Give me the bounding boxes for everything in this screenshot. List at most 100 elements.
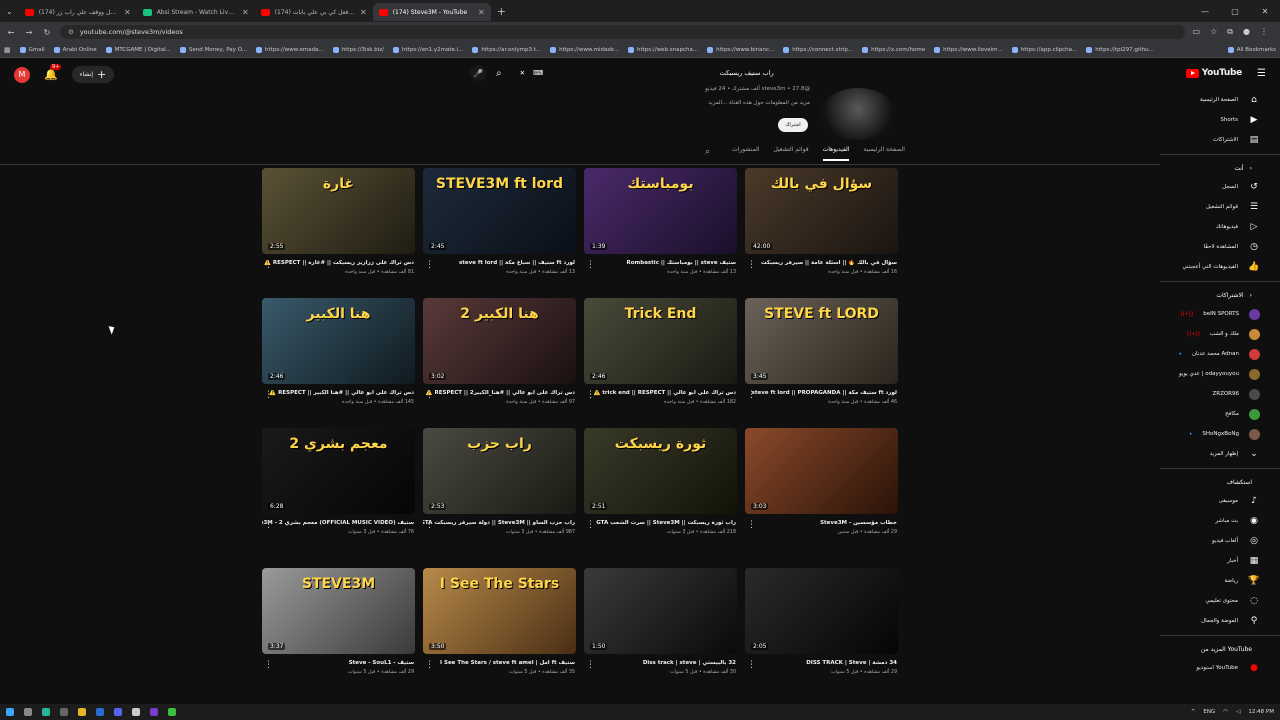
- bookmark-item[interactable]: https://tpi297.githu...: [1086, 46, 1154, 53]
- video-title[interactable]: راب ثورة ريسبكت || Steve3M || سرت الشعب …: [584, 520, 738, 526]
- guide-menu-icon[interactable]: ☰: [1257, 68, 1266, 79]
- video-thumbnail[interactable]: 1:50: [584, 568, 737, 654]
- video-thumbnail[interactable]: راب حزب 2:53: [423, 428, 576, 514]
- back-button[interactable]: ←: [6, 28, 16, 37]
- sidebar-subscription-item[interactable]: ((•)) ملك و الشب: [1160, 324, 1280, 344]
- cast-icon[interactable]: ▭: [1193, 27, 1201, 37]
- channel-tab[interactable]: قوائم التشغيل: [773, 146, 808, 161]
- url-bar[interactable]: ⚙ youtube.com/@steve3m/videos: [60, 25, 1185, 39]
- tab-close-icon[interactable]: ✕: [360, 8, 367, 17]
- bookmark-item[interactable]: https://www.iloveim...: [934, 46, 1003, 53]
- bookmark-item[interactable]: https://3isk.biz/: [332, 46, 384, 53]
- video-card[interactable]: هنا الكبير 2 3:02 دس تراك على ابو عالي || …: [423, 298, 577, 405]
- store-icon[interactable]: [60, 708, 68, 716]
- apps-icon[interactable]: ▦: [4, 46, 11, 54]
- account-avatar[interactable]: M: [14, 66, 30, 83]
- video-card[interactable]: هنا الكبير 2:46 دس تراك على ابو عالي || #ه…: [262, 298, 416, 405]
- bookmark-item[interactable]: https://x.com/home: [862, 46, 925, 53]
- tray-up-icon[interactable]: ^: [1191, 709, 1196, 715]
- sidebar-item-you[interactable]: قوائم التشغيل ☰: [1160, 197, 1280, 217]
- video-thumbnail[interactable]: STEVE3M ft lord 2:45: [423, 168, 576, 254]
- sidebar-item-you[interactable]: السجل ↺: [1160, 177, 1280, 197]
- clear-search-icon[interactable]: ✕: [520, 69, 525, 77]
- sidebar-you-heading[interactable]: أنت ›: [1160, 159, 1280, 177]
- sidebar-item-main[interactable]: الاشتراكات ▤: [1160, 130, 1280, 150]
- video-card[interactable]: Trick End 2:46 دس تراك على ابو عالي || tri…: [584, 298, 738, 405]
- close-window-button[interactable]: ✕: [1250, 7, 1280, 16]
- more-actions-icon[interactable]: ⋮: [586, 660, 595, 670]
- start-icon[interactable]: [6, 708, 14, 716]
- sidebar-subscription-item[interactable]: إظهار المزيد ⌄: [1160, 444, 1280, 464]
- app2-icon[interactable]: [150, 708, 158, 716]
- video-thumbnail[interactable]: غارة 2:55: [262, 168, 415, 254]
- video-thumbnail[interactable]: معجم بشري 2 6:28: [262, 428, 415, 514]
- browser-tab[interactable]: Absi Stream - Watch Live on Ki ✕: [137, 3, 255, 21]
- video-title[interactable]: دس تراك على ابو عالي || #هنا الكبير || R…: [262, 390, 416, 396]
- sidebar-item-explore[interactable]: محتوى تعليمي ◌: [1160, 591, 1280, 611]
- reload-button[interactable]: ↻: [42, 28, 52, 37]
- sidebar-item-main[interactable]: الصفحة الرئيسية ⌂: [1160, 90, 1280, 110]
- extensions-icon[interactable]: ⧉: [1227, 27, 1233, 37]
- sidebar-item-more[interactable]: YouTube استوديو ●: [1160, 658, 1280, 678]
- site-info-icon[interactable]: ⚙: [68, 28, 74, 36]
- browser-tab[interactable]: ردة فعل كي بي علي بابات (174) ✕: [255, 3, 373, 21]
- bookmark-star-icon[interactable]: ☆: [1210, 27, 1217, 37]
- more-actions-icon[interactable]: ⋮: [425, 260, 434, 270]
- video-card[interactable]: بومباستك 1:39 ستيف steve || بومباستك || Ro…: [584, 168, 738, 275]
- more-actions-icon[interactable]: ⋮: [747, 520, 756, 530]
- channel-tab[interactable]: الفيديوهات: [822, 146, 850, 161]
- menu-icon[interactable]: ⋮: [1260, 27, 1268, 37]
- subscribe-button[interactable]: اشتراك: [778, 118, 808, 132]
- video-thumbnail[interactable]: ثورة ريسبكت 2:51: [584, 428, 737, 514]
- video-title[interactable]: دس تراك على ابو عالي || trick end || RES…: [584, 390, 738, 396]
- voice-search-mic-icon[interactable]: 🎤: [470, 65, 486, 81]
- video-thumbnail[interactable]: 2:05: [745, 568, 898, 654]
- video-thumbnail[interactable]: 3:03: [745, 428, 898, 514]
- video-card[interactable]: 3:03 خطاب مؤسسين - Steve3M 29 ألف مشاهدة •…: [745, 428, 899, 535]
- more-actions-icon[interactable]: ⋮: [586, 390, 595, 400]
- more-actions-icon[interactable]: ⋮: [586, 260, 595, 270]
- more-actions-icon[interactable]: ⋮: [425, 390, 434, 400]
- bookmark-item[interactable]: https://app.clipcha...: [1011, 46, 1077, 53]
- video-card[interactable]: STEVE3M 3:37 ستيف - Steve - SouL1 29 ألف مش…: [262, 568, 416, 675]
- video-title[interactable]: دس تراك على زراريز ريسبكت || #غارة || RE…: [262, 260, 416, 266]
- bookmark-item[interactable]: Send Money, Pay O...: [179, 46, 247, 53]
- bookmark-item[interactable]: https://www.emada...: [256, 46, 324, 53]
- video-title[interactable]: راب حزب الساو || Steve3M || دولة سيرفر ر…: [423, 520, 577, 526]
- more-actions-icon[interactable]: ⋮: [264, 260, 273, 270]
- bookmark-item[interactable]: https://ar.onlymp3.t...: [472, 46, 541, 53]
- video-title[interactable]: سؤال في بالك 🔥 || أسئلة عامة || سيرفر ري…: [745, 260, 899, 266]
- video-title[interactable]: خطاب مؤسسين - Steve3M: [745, 520, 899, 526]
- chrome-icon[interactable]: [132, 708, 140, 716]
- sidebar-subscription-item[interactable]: مكافح: [1160, 404, 1280, 424]
- edge-icon[interactable]: [42, 708, 50, 716]
- keyboard-icon[interactable]: ⌨: [533, 69, 543, 77]
- forward-button[interactable]: →: [24, 28, 34, 37]
- video-title[interactable]: لورد ft ستيف مكة || steve ft lord || PRO…: [745, 390, 899, 396]
- sidebar-item-explore[interactable]: بث مباشر ◉: [1160, 511, 1280, 531]
- sidebar-item-you[interactable]: المشاهدة لاحقًا ◷: [1160, 237, 1280, 257]
- sidebar-subscription-item[interactable]: ZRZOR96: [1160, 384, 1280, 404]
- bookmark-item[interactable]: All Bookmarks: [1227, 46, 1276, 53]
- explorer-icon[interactable]: [78, 708, 86, 716]
- channel-description[interactable]: مزيد من المعلومات حول هذه القناة ...المز…: [708, 100, 810, 106]
- sidebar-subscription-item[interactable]: ((•)) beIN SPORTS: [1160, 304, 1280, 324]
- sidebar-subscriptions-heading[interactable]: الاشتراكات ›: [1160, 286, 1280, 304]
- new-tab-button[interactable]: +: [491, 5, 512, 18]
- more-actions-icon[interactable]: ⋮: [264, 390, 273, 400]
- video-card[interactable]: 1:50 32 بالبيستي | Diss track | steve 30 أ…: [584, 568, 738, 675]
- video-card[interactable]: سؤال في بالك 42:00 سؤال في بالك 🔥 || أسئلة…: [745, 168, 899, 275]
- video-thumbnail[interactable]: STEVE3M 3:37: [262, 568, 415, 654]
- notifications-bell-icon[interactable]: 🔔 9+: [44, 64, 62, 81]
- channel-search-icon[interactable]: ⌕: [705, 147, 710, 157]
- app-icon[interactable]: [96, 708, 104, 716]
- video-title[interactable]: 34 دمشة | DISS TRACK | Steve: [745, 660, 899, 666]
- more-actions-icon[interactable]: ⋮: [747, 260, 756, 270]
- more-actions-icon[interactable]: ⋮: [264, 660, 273, 670]
- video-card[interactable]: STEVE3M ft lord 2:45 لورد ft ستيف || سباع …: [423, 168, 577, 275]
- bookmark-item[interactable]: https://web.snapcha...: [627, 46, 698, 53]
- tab-close-icon[interactable]: ✕: [242, 8, 249, 17]
- sidebar-item-explore[interactable]: موسيقى ♪: [1160, 491, 1280, 511]
- more-actions-icon[interactable]: ⋮: [747, 390, 756, 400]
- more-actions-icon[interactable]: ⋮: [586, 520, 595, 530]
